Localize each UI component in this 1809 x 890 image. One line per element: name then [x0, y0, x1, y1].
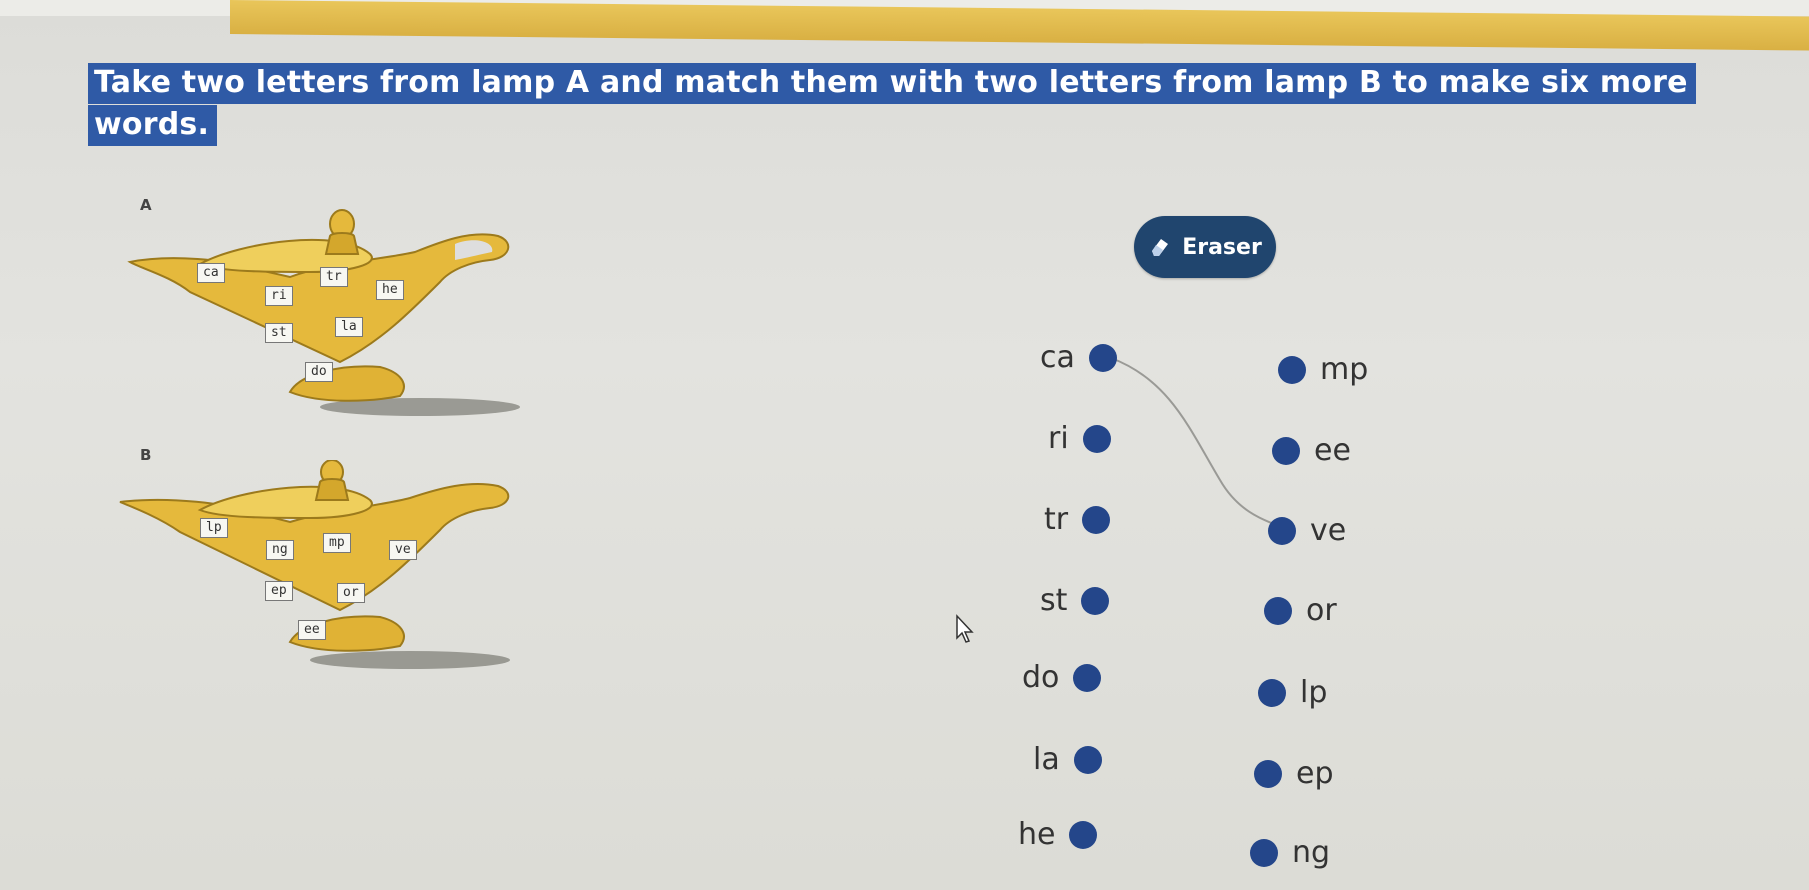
instruction-text: Take two letters from lamp A and match t… — [88, 62, 1748, 146]
left-dot[interactable] — [1088, 343, 1117, 372]
right-item-label: ep — [1296, 756, 1334, 791]
left-dot[interactable] — [1073, 663, 1102, 692]
right-item-ep[interactable]: ep — [1254, 756, 1334, 791]
right-item-label: ve — [1310, 513, 1347, 548]
right-item-label: ee — [1314, 433, 1351, 468]
left-dot[interactable] — [1082, 505, 1111, 534]
lamp-a-illustration — [127, 209, 520, 416]
left-item-label: do — [1022, 660, 1060, 695]
lamp-b-tile: ve — [389, 540, 417, 560]
lamp-a-tile: la — [335, 317, 363, 337]
left-item-label: st — [1040, 583, 1068, 618]
right-dot[interactable] — [1250, 838, 1278, 867]
left-item-he[interactable]: he — [1018, 817, 1098, 852]
match-line-ca-ve — [1110, 357, 1285, 529]
lamp-a-tile: do — [305, 362, 333, 382]
left-dot[interactable] — [1069, 820, 1098, 849]
instruction-label: Take two letters from lamp A and match t… — [88, 63, 1696, 146]
lamp-b-tile: ee — [298, 620, 326, 640]
lamp-a-tile: st — [265, 323, 293, 343]
lamp-a-image — [110, 202, 520, 422]
left-item-la[interactable]: la — [1033, 742, 1102, 777]
left-item-ca[interactable]: ca — [1040, 340, 1117, 375]
eraser-label: Eraser — [1182, 234, 1262, 260]
right-item-ve[interactable]: ve — [1268, 513, 1346, 548]
lamp-a-tile: he — [376, 280, 404, 300]
left-dot[interactable] — [1081, 586, 1110, 615]
lamp-b-tile: ep — [265, 581, 293, 601]
right-item-label: lp — [1300, 675, 1328, 710]
left-item-ri[interactable]: ri — [1048, 421, 1111, 456]
lamp-a-tile: tr — [320, 267, 348, 287]
left-item-label: ri — [1048, 421, 1069, 456]
left-dot[interactable] — [1082, 424, 1111, 453]
left-item-label: he — [1018, 817, 1056, 852]
left-item-tr[interactable]: tr — [1044, 502, 1111, 537]
right-dot[interactable] — [1254, 759, 1282, 788]
lamp-b-tile: lp — [200, 518, 228, 538]
left-item-label: la — [1033, 742, 1060, 777]
right-dot[interactable] — [1268, 516, 1296, 545]
left-item-do[interactable]: do — [1022, 660, 1102, 695]
lamp-b-tile: or — [337, 583, 365, 603]
right-item-or[interactable]: or — [1264, 593, 1337, 628]
right-dot[interactable] — [1258, 678, 1286, 707]
right-dot[interactable] — [1264, 596, 1292, 625]
left-item-label: tr — [1044, 502, 1069, 537]
right-dot[interactable] — [1278, 355, 1306, 384]
lamp-b-illustration — [119, 459, 510, 669]
left-item-st[interactable]: st — [1040, 583, 1110, 618]
right-item-label: mp — [1320, 352, 1369, 387]
eraser-button[interactable]: Eraser — [1134, 216, 1276, 278]
right-dot[interactable] — [1272, 436, 1300, 465]
right-item-ng[interactable]: ng — [1250, 835, 1330, 870]
left-dot[interactable] — [1073, 745, 1102, 774]
right-item-mp[interactable]: mp — [1278, 352, 1368, 387]
lamp-b-tile: mp — [323, 533, 351, 553]
right-item-ee[interactable]: ee — [1272, 433, 1351, 468]
left-item-label: ca — [1040, 340, 1075, 375]
lamp-a-tile: ca — [197, 263, 225, 283]
lamp-b-tile: ng — [266, 540, 294, 560]
right-item-lp[interactable]: lp — [1258, 675, 1327, 710]
right-item-label: or — [1306, 593, 1337, 628]
mouse-cursor-icon — [955, 614, 977, 649]
lamp-a-tile: ri — [265, 286, 293, 306]
eraser-icon — [1152, 239, 1169, 256]
lamp-b-image — [110, 459, 520, 680]
right-item-label: ng — [1292, 835, 1331, 870]
